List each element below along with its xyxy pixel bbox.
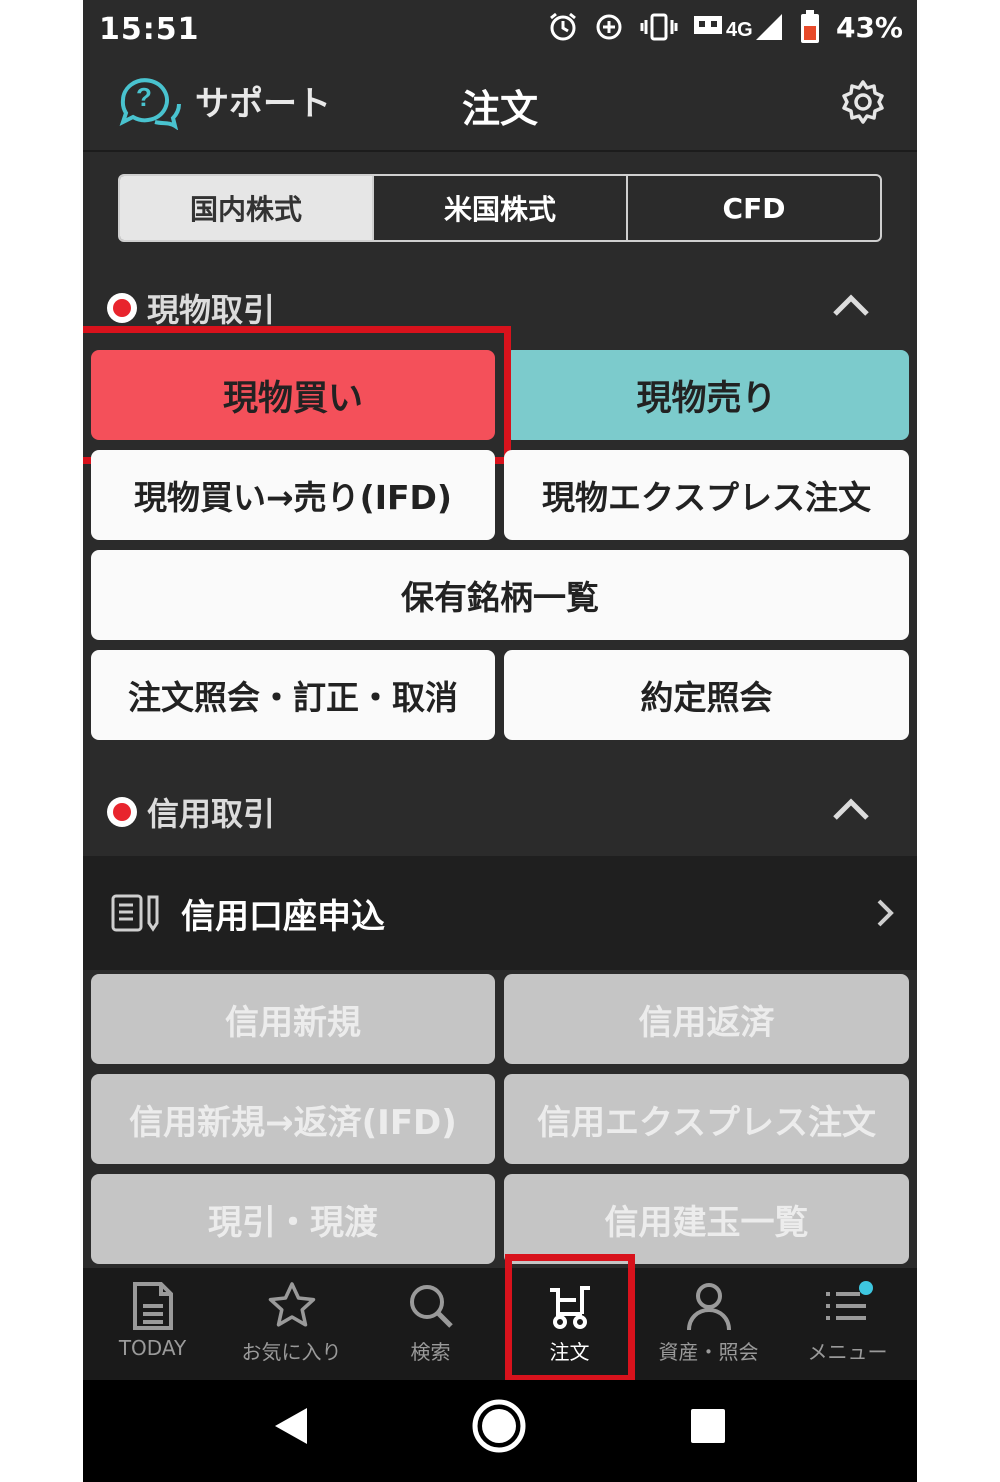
system-navigation-bar [83,1380,917,1482]
phone-screen: 15:51 4G 43% ? サポート 注文 国内株式 米国株式 CFD 現物取… [83,0,917,1482]
signal-icon: 4G [693,14,782,41]
margin-account-apply-row[interactable]: 信用口座申込 [83,856,917,970]
home-icon[interactable] [471,1398,527,1454]
menu-icon [825,1281,873,1320]
star-icon [268,1282,315,1327]
tab-favorites[interactable]: お気に入り [222,1268,361,1380]
tab-menu-label: メニュー [807,1340,888,1364]
status-icons: 4G 43% [548,10,903,44]
tab-assets[interactable]: 資産・照会 [639,1268,778,1380]
tab-menu[interactable]: メニュー [778,1268,917,1380]
person-icon [686,1283,731,1331]
bottom-tab-bar: TODAY お気に入り 検索 注文 資産・照会 メニュー [83,1268,917,1380]
japan-flag-icon [107,293,137,323]
tab-search-label: 検索 [410,1340,451,1364]
app-header: ? サポート 注文 [83,58,917,152]
japan-flag-icon [107,797,137,827]
market-segmented-control: 国内株式 米国株式 CFD [118,174,882,242]
tab-today[interactable]: TODAY [83,1268,222,1380]
back-icon[interactable] [273,1406,309,1446]
order-inquiry-button[interactable]: 注文照会・訂正・取消 [91,650,495,740]
segment-domestic-stocks[interactable]: 国内株式 [120,176,372,240]
segment-cfd[interactable]: CFD [626,176,880,240]
highlight-frame-buy [83,326,511,464]
execution-inquiry-button[interactable]: 約定照会 [504,650,909,740]
status-bar: 15:51 4G 43% [83,0,917,58]
recents-icon[interactable] [690,1408,726,1444]
network-type-label: 4G [726,19,753,41]
chevron-right-icon [877,899,894,927]
margin-trading-label: 信用取引 [147,795,276,833]
margin-account-apply-label: 信用口座申込 [181,896,385,937]
tab-assets-label: 資産・照会 [658,1340,759,1364]
page-title: 注文 [461,87,538,131]
margin-trading-header[interactable]: 信用取引 [107,782,893,842]
status-time: 15:51 [99,12,200,47]
delivery-button[interactable]: 現引・現渡 [91,1174,495,1264]
tab-today-label: TODAY [118,1336,187,1360]
battery-percent: 43% [835,10,903,44]
data-saver-icon [596,14,622,40]
margin-ifd-button[interactable]: 信用新規→返済(IFD) [91,1074,495,1164]
vibrate-icon [640,13,678,41]
chevron-up-icon [833,798,869,820]
battery-icon [800,10,819,43]
highlight-frame-order-tab [505,1254,635,1382]
tab-search[interactable]: 検索 [361,1268,500,1380]
spot-sell-button[interactable]: 現物売り [504,350,909,440]
spot-trading-label: 現物取引 [147,291,276,329]
spot-express-button[interactable]: 現物エクスプレス注文 [504,450,909,540]
spot-ifd-button[interactable]: 現物買い→売り(IFD) [91,450,495,540]
segment-us-stocks[interactable]: 米国株式 [372,176,626,240]
document-pen-icon [111,894,159,932]
margin-express-button[interactable]: 信用エクスプレス注文 [504,1074,909,1164]
tab-favorites-label: お気に入り [241,1340,342,1364]
margin-new-button[interactable]: 信用新規 [91,974,495,1064]
margin-positions-button[interactable]: 信用建玉一覧 [504,1174,909,1264]
settings-button[interactable] [839,78,887,130]
alarm-icon [550,12,576,41]
search-icon [409,1285,453,1328]
chevron-up-icon [833,294,869,316]
gear-icon [842,80,884,124]
margin-repay-button[interactable]: 信用返済 [504,974,909,1064]
holdings-list-button[interactable]: 保有銘柄一覧 [91,550,909,640]
newspaper-icon [132,1282,173,1330]
